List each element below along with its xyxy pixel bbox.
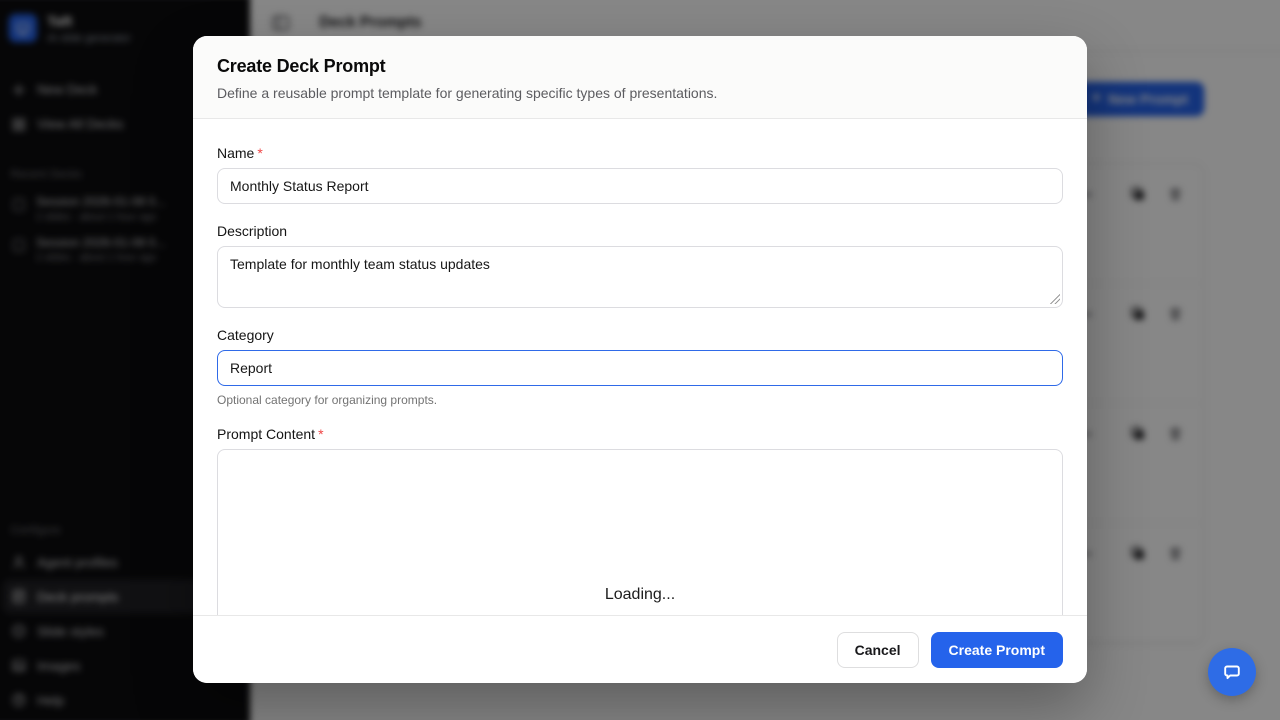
prompt-content-editor[interactable]: Loading... bbox=[217, 449, 1063, 615]
category-label: Category bbox=[217, 327, 274, 343]
create-prompt-button[interactable]: Create Prompt bbox=[930, 631, 1063, 668]
category-helper-text: Optional category for organizing prompts… bbox=[217, 393, 438, 407]
modal-title: Create Deck Prompt bbox=[217, 56, 386, 76]
create-deck-prompt-modal: Create Deck Prompt Define a reusable pro… bbox=[193, 36, 1087, 683]
description-area-wrap: Template for monthly team status updates bbox=[217, 246, 1063, 308]
name-label-text: Name bbox=[217, 145, 255, 161]
modal-body: Name* Description Template for monthly t… bbox=[193, 119, 1087, 615]
category-input[interactable] bbox=[217, 350, 1063, 386]
name-label: Name * bbox=[217, 145, 1063, 161]
chat-icon bbox=[1224, 665, 1240, 680]
cancel-button[interactable]: Cancel bbox=[836, 631, 919, 668]
modal-header: Create Deck Prompt Define a reusable pro… bbox=[193, 36, 1087, 119]
modal-subtitle: Define a reusable prompt template for ge… bbox=[217, 85, 718, 101]
name-input[interactable] bbox=[217, 168, 1063, 204]
description-textarea[interactable]: Template for monthly team status updates bbox=[217, 246, 1063, 308]
name-field-group: Name * bbox=[217, 145, 1063, 204]
category-field-group: Category Optional category for organizin… bbox=[217, 327, 1063, 407]
screen: Taft AI slide generator New Deck View Al… bbox=[0, 0, 1280, 720]
modal-footer: Cancel Create Prompt bbox=[193, 615, 1087, 683]
editor-loading-text: Loading... bbox=[604, 586, 676, 603]
prompt-content-label: Prompt Content * bbox=[217, 426, 1063, 442]
prompt-content-label-text: Prompt Content bbox=[217, 426, 316, 442]
prompt-content-field-group: Prompt Content * Loading... bbox=[217, 426, 1063, 615]
required-marker: * bbox=[257, 145, 263, 161]
chat-fab-button[interactable] bbox=[1208, 648, 1256, 696]
description-label: Description bbox=[217, 223, 288, 239]
required-marker: * bbox=[318, 426, 324, 442]
description-field-group: Description Template for monthly team st… bbox=[217, 223, 1063, 308]
